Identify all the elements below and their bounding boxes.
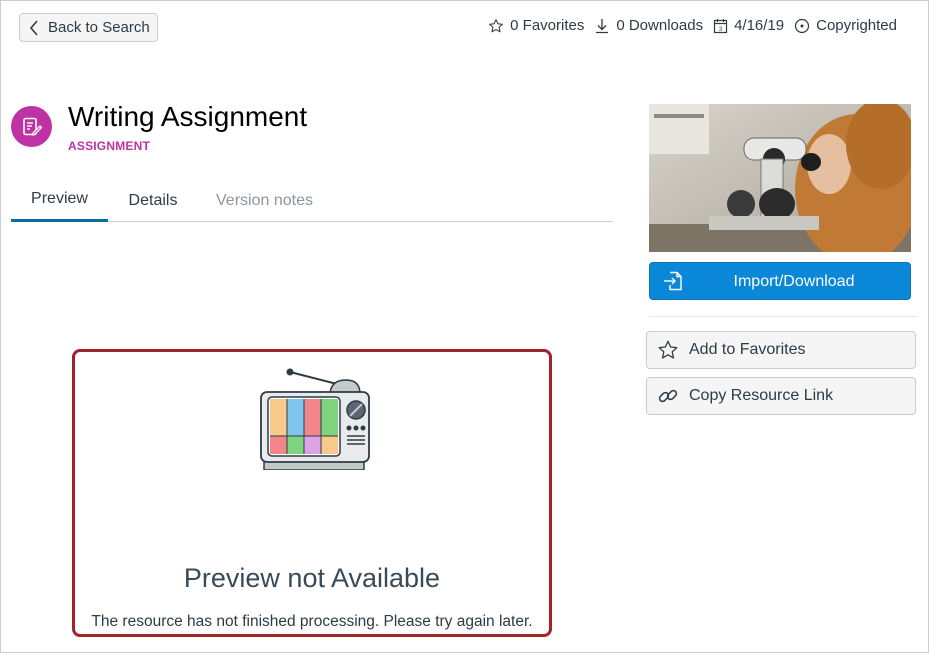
- link-icon: [647, 385, 689, 407]
- download-icon: [596, 18, 609, 33]
- tab-preview[interactable]: Preview: [11, 179, 108, 222]
- updated-date: 3 4/16/19: [713, 17, 784, 34]
- resource-thumbnail-image: [649, 104, 911, 252]
- import-download-label: Import/Download: [733, 273, 855, 290]
- copy-resource-link-label: Copy Resource Link: [689, 387, 834, 404]
- resource-tabs: Preview Details Version notes: [11, 179, 613, 222]
- downloads-count: 0 Downloads: [594, 17, 703, 34]
- resource-type-label: ASSIGNMENT: [68, 139, 151, 153]
- resource-meta: 0 Favorites 0 Downloads 3 4/16/19 Copyri…: [478, 17, 897, 34]
- preview-unavailable-message: The resource has not finished processing…: [91, 613, 533, 630]
- chevron-left-icon: [20, 19, 48, 36]
- add-to-favorites-button[interactable]: Add to Favorites: [646, 331, 916, 369]
- copyright-icon: [795, 18, 810, 33]
- back-to-search-button[interactable]: Back to Search: [19, 13, 158, 42]
- add-to-favorites-label: Add to Favorites: [689, 341, 806, 358]
- commons-resource-page: Back to Search 0 Favorites 0 Downloads 3…: [0, 0, 929, 653]
- resource-title: Writing Assignment: [68, 101, 308, 132]
- sidebar-divider: [649, 316, 917, 317]
- star-icon: [647, 339, 689, 361]
- svg-text:3: 3: [719, 26, 723, 32]
- license-info: Copyrighted: [794, 17, 897, 34]
- tab-version-notes: Version notes: [216, 191, 313, 209]
- star-icon: [489, 18, 504, 32]
- preview-unavailable-panel: Preview not Available The resource has n…: [72, 349, 552, 637]
- tv-test-pattern-icon: [260, 368, 370, 470]
- copy-resource-link-button[interactable]: Copy Resource Link: [646, 377, 916, 415]
- favorites-count: 0 Favorites: [488, 17, 584, 34]
- calendar-icon: 3: [713, 18, 728, 33]
- tab-details[interactable]: Details: [118, 179, 188, 222]
- preview-unavailable-title: Preview not Available: [183, 563, 441, 593]
- license-label: Copyrighted: [816, 17, 897, 34]
- assignment-icon: [11, 106, 52, 147]
- import-download-button[interactable]: Import/Download: [649, 262, 911, 300]
- date-label: 4/16/19: [734, 17, 785, 34]
- downloads-label: 0 Downloads: [616, 17, 704, 34]
- favorites-label: 0 Favorites: [510, 17, 585, 34]
- back-to-search-label: Back to Search: [48, 19, 150, 36]
